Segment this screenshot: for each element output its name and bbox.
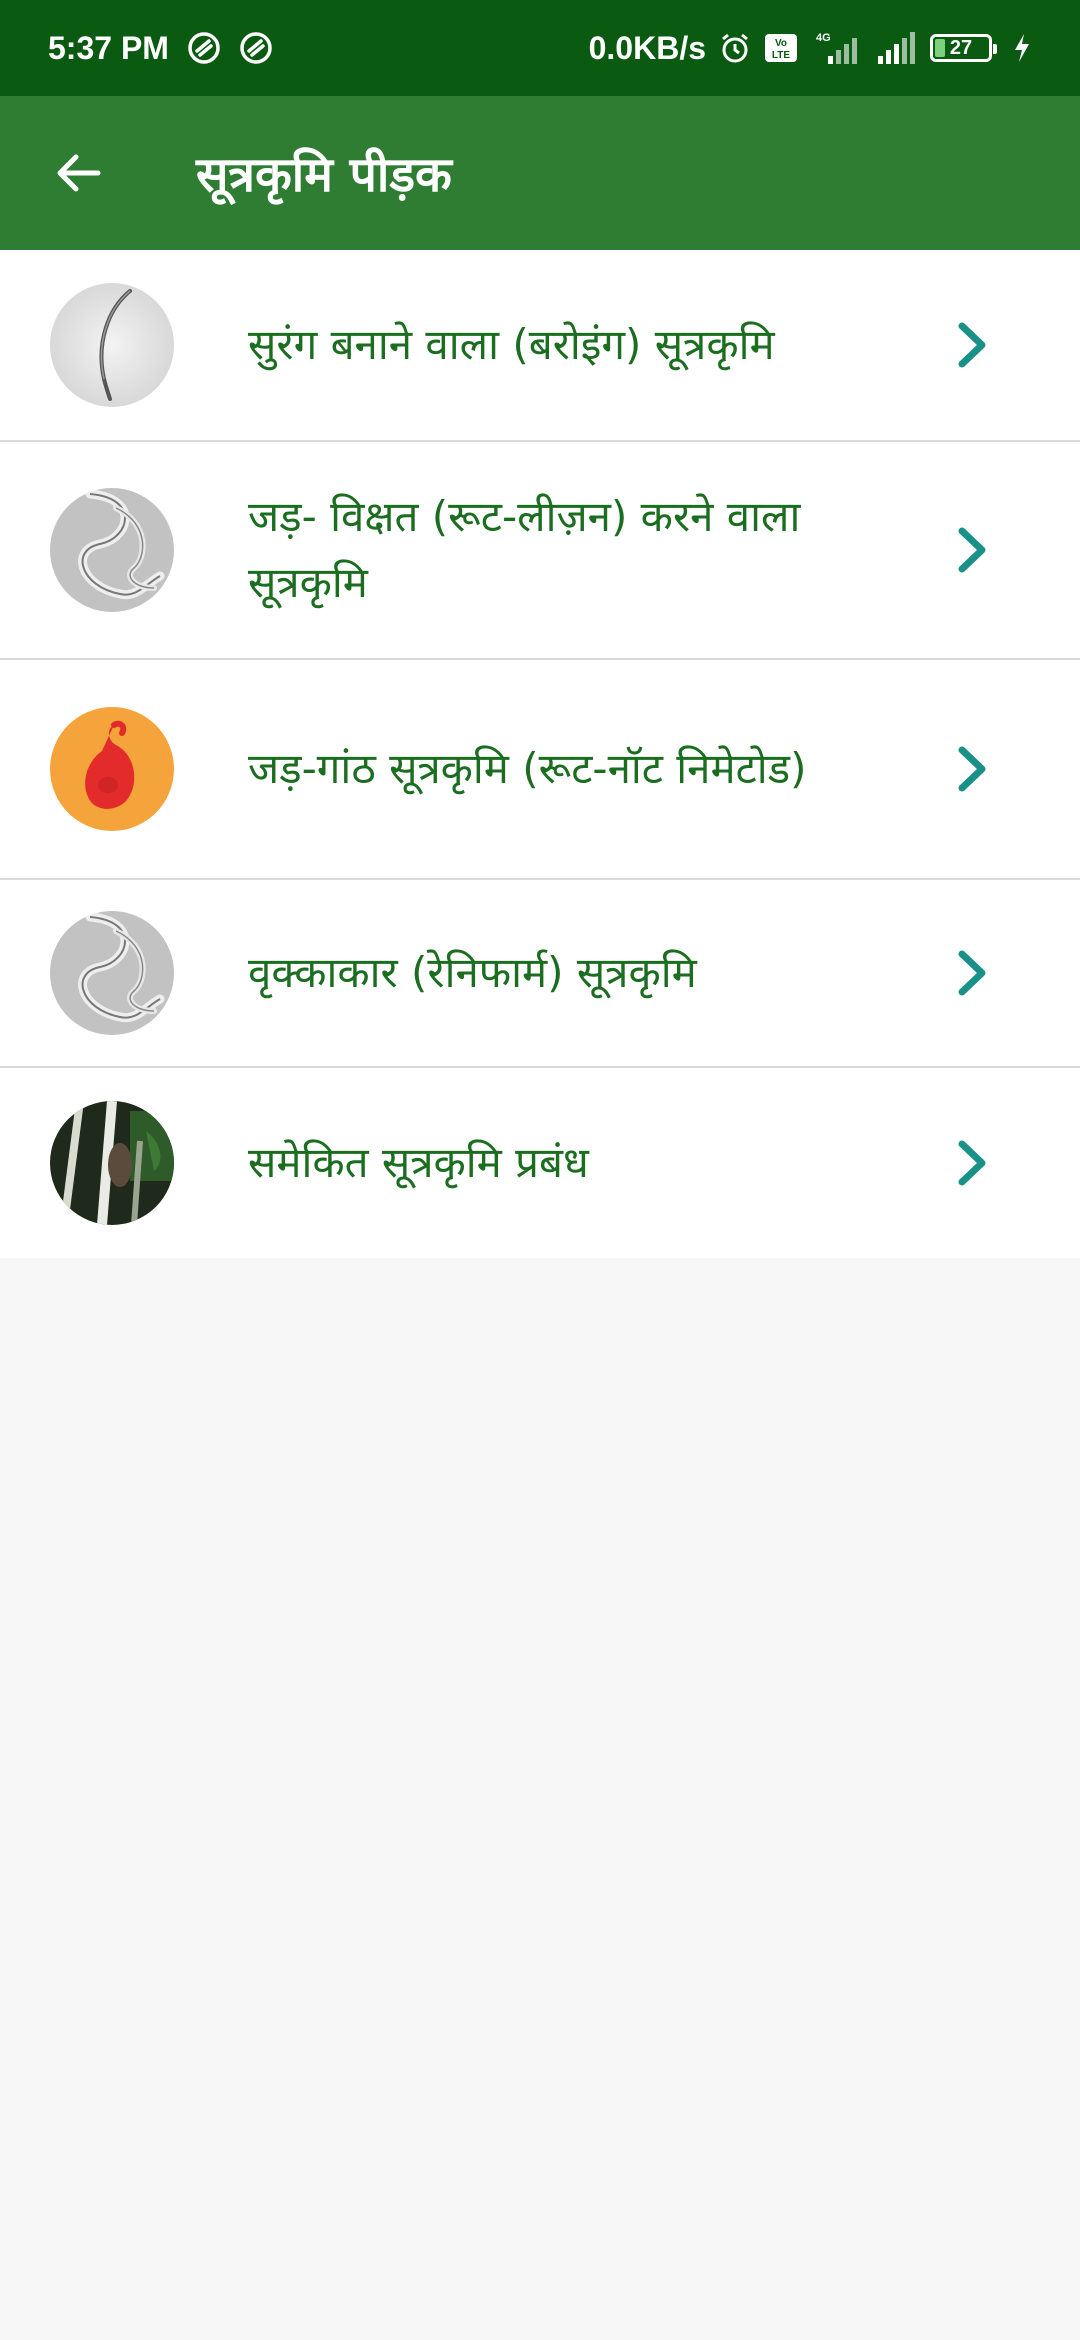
at-icon: [239, 31, 273, 65]
svg-text:4G: 4G: [816, 32, 831, 44]
status-time: 5:37 PM: [48, 29, 169, 66]
chevron-right-icon: [958, 322, 986, 368]
nematode-list: सुरंग बनाने वाला (बरोइंग) सूत्रकृमि जड़-…: [0, 250, 1080, 1258]
list-item-label: जड़-गांठ सूत्रकृमि (रूट-नॉट निमेटोड): [248, 744, 807, 793]
integrated-management-thumbnail: [50, 1101, 174, 1225]
list-item-label: वृक्काकार (रेनिफार्म) सूत्रकृमि: [248, 948, 697, 997]
alarm-icon: [718, 31, 752, 65]
signal-4g-icon: 4G: [810, 30, 862, 66]
back-button[interactable]: [30, 125, 126, 221]
chevron-right-icon: [958, 1140, 986, 1186]
list-item[interactable]: सुरंग बनाने वाला (बरोइंग) सूत्रकृमि: [0, 250, 1080, 442]
list-item[interactable]: समेकित सूत्रकृमि प्रबंध: [0, 1068, 1080, 1258]
burrowing-nematode-thumbnail: [50, 283, 174, 407]
list-item[interactable]: जड़- विक्षत (रूट-लीज़न) करने वाला सूत्रक…: [0, 442, 1080, 660]
chevron-right-icon: [958, 527, 986, 573]
list-item-label: समेकित सूत्रकृमि प्रबंध: [248, 1138, 589, 1187]
list-item[interactable]: वृक्काकार (रेनिफार्म) सूत्रकृमि: [0, 880, 1080, 1068]
app-bar: सूत्रकृमि पीड़क: [0, 96, 1080, 250]
back-arrow-icon: [57, 154, 101, 192]
root-knot-nematode-thumbnail: [50, 707, 174, 831]
status-bar: 5:37 PM 0.0KB/s Vo LTE 4G 27: [0, 0, 1080, 96]
svg-text:Vo: Vo: [775, 38, 787, 49]
volte-icon: Vo LTE: [764, 33, 798, 63]
battery-icon: 27: [930, 34, 997, 62]
reniform-nematode-thumbnail: [50, 911, 174, 1035]
page-title: सूत्रकृमि पीड़क: [196, 146, 452, 203]
chevron-right-icon: [958, 746, 986, 792]
list-item-label: जड़- विक्षत (रूट-लीज़न) करने वाला सूत्रक…: [248, 492, 801, 607]
battery-level: 27: [949, 36, 973, 59]
chevron-right-icon: [958, 950, 986, 996]
charging-icon: [1012, 32, 1032, 64]
svg-text:LTE: LTE: [772, 50, 790, 61]
net-speed: 0.0KB/s: [588, 29, 706, 66]
list-item-label: सुरंग बनाने वाला (बरोइंग) सूत्रकृमि: [248, 320, 775, 369]
list-item[interactable]: जड़-गांठ सूत्रकृमि (रूट-नॉट निमेटोड): [0, 660, 1080, 880]
at-icon: [187, 31, 221, 65]
root-lesion-nematode-thumbnail: [50, 488, 174, 612]
signal-icon: [874, 30, 918, 66]
